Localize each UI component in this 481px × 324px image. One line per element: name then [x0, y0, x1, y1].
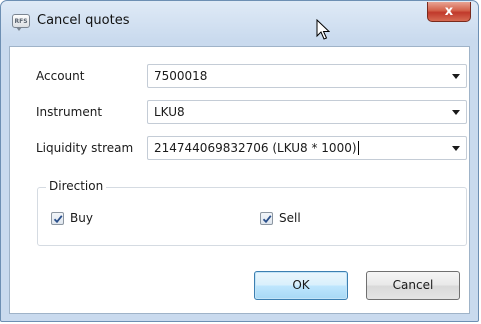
chevron-down-icon	[452, 146, 460, 151]
text-caret	[357, 141, 359, 155]
liquidity-stream-value: 214744069832706 (LKU8 * 1000)	[154, 141, 357, 155]
close-icon: x	[444, 4, 454, 19]
liquidity-stream-value-wrap: 214744069832706 (LKU8 * 1000)	[154, 141, 359, 155]
sell-checkbox-box[interactable]	[260, 212, 273, 225]
liquidity-stream-label: Liquidity stream	[36, 141, 134, 155]
buy-checkbox-box[interactable]	[51, 212, 64, 225]
checkmark-icon	[53, 215, 63, 224]
instrument-value: LKU8	[154, 105, 185, 119]
account-row: Account 7500018	[10, 64, 469, 88]
dialog-title: Cancel quotes	[37, 13, 130, 28]
account-dropdown[interactable]: 7500018	[147, 64, 467, 88]
cancel-button[interactable]: Cancel	[366, 271, 460, 300]
liquidity-stream-row: Liquidity stream 214744069832706 (LKU8 *…	[10, 136, 469, 160]
ok-button[interactable]: OK	[254, 271, 348, 300]
account-value: 7500018	[154, 69, 208, 83]
direction-group: Direction Buy Sell	[37, 179, 467, 246]
chevron-down-icon	[452, 74, 460, 79]
account-label: Account	[36, 69, 85, 83]
instrument-row: Instrument LKU8	[10, 100, 469, 124]
instrument-label: Instrument	[36, 105, 103, 119]
sell-label: Sell	[279, 211, 301, 225]
instrument-dropdown[interactable]: LKU8	[147, 100, 467, 124]
title-bar[interactable]: RFS Cancel quotes x	[1, 1, 478, 45]
dialog-body: Account 7500018 Instrument LKU8 Liquidit…	[9, 46, 470, 314]
rfs-chat-bubble-icon: RFS	[12, 14, 30, 31]
liquidity-stream-dropdown[interactable]: 214744069832706 (LKU8 * 1000)	[147, 136, 467, 160]
mouse-pointer-icon	[316, 19, 330, 40]
direction-group-title: Direction	[46, 179, 107, 193]
close-button[interactable]: x	[427, 2, 471, 22]
chevron-down-icon	[452, 110, 460, 115]
checkmark-icon	[262, 215, 272, 224]
buy-label: Buy	[70, 211, 93, 225]
cancel-quotes-dialog: RFS Cancel quotes x Account 7500018 Inst…	[0, 0, 479, 322]
